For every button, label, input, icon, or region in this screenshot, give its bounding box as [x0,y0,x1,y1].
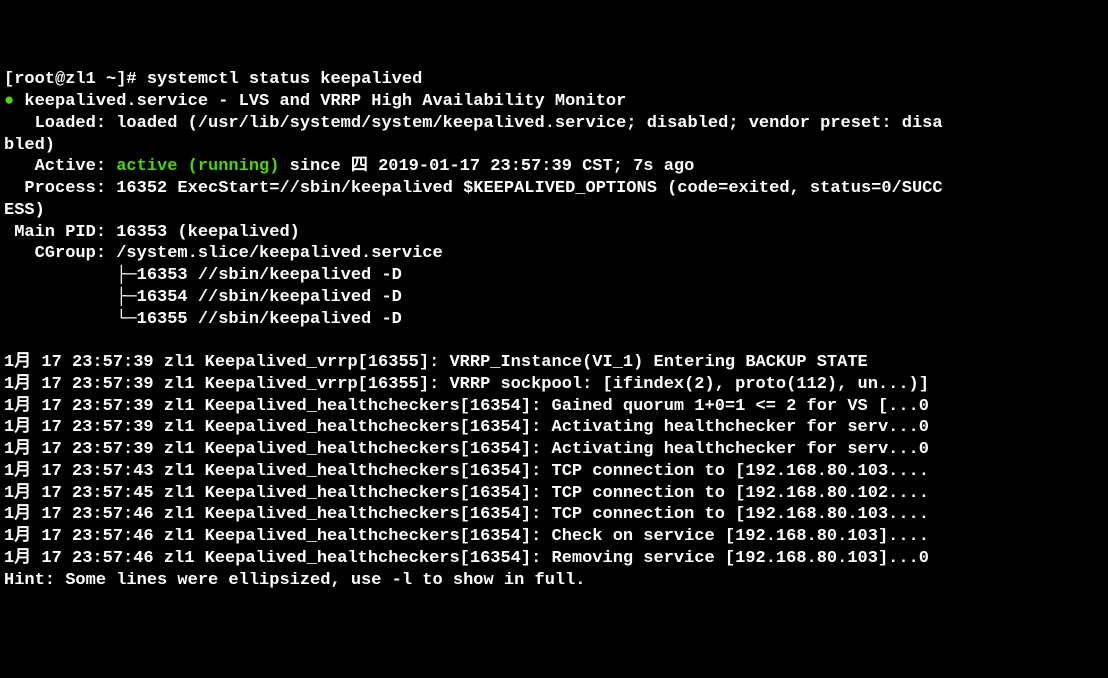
log-line: 1月 17 23:57:39 zl1 Keepalived_healthchec… [4,440,929,459]
process-line: Process: 16352 ExecStart=//sbin/keepaliv… [4,179,943,220]
status-dot-icon: ● [4,92,14,111]
cgroup-child: ├─16353 //sbin/keepalived -D [4,266,402,285]
shell-prompt: [root@zl1 ~]# [4,70,147,89]
log-line: 1月 17 23:57:46 zl1 Keepalived_healthchec… [4,549,929,568]
log-line: 1月 17 23:57:39 zl1 Keepalived_vrrp[16355… [4,375,929,394]
service-name-line: keepalived.service - LVS and VRRP High A… [14,92,626,111]
hint-line: Hint: Some lines were ellipsized, use -l… [4,571,586,590]
loaded-line: Loaded: loaded (/usr/lib/systemd/system/… [4,114,943,155]
log-line: 1月 17 23:57:39 zl1 Keepalived_healthchec… [4,397,929,416]
cgroup-header: CGroup: /system.slice/keepalived.service [4,244,443,263]
log-line: 1月 17 23:57:45 zl1 Keepalived_healthchec… [4,484,929,503]
active-status-value: active (running) [116,157,279,176]
main-pid-line: Main PID: 16353 (keepalived) [4,223,300,242]
log-line: 1月 17 23:57:39 zl1 Keepalived_vrrp[16355… [4,353,868,372]
cgroup-child: └─16355 //sbin/keepalived -D [4,310,402,329]
terminal-output[interactable]: [root@zl1 ~]# systemctl status keepalive… [4,69,1104,591]
active-label: Active: [4,157,116,176]
cgroup-child: ├─16354 //sbin/keepalived -D [4,288,402,307]
active-since: since 四 2019-01-17 23:57:39 CST; 7s ago [279,157,694,176]
typed-command: systemctl status keepalived [147,70,422,89]
log-line: 1月 17 23:57:46 zl1 Keepalived_healthchec… [4,527,929,546]
log-line: 1月 17 23:57:43 zl1 Keepalived_healthchec… [4,462,929,481]
log-line: 1月 17 23:57:39 zl1 Keepalived_healthchec… [4,418,929,437]
log-line: 1月 17 23:57:46 zl1 Keepalived_healthchec… [4,505,929,524]
